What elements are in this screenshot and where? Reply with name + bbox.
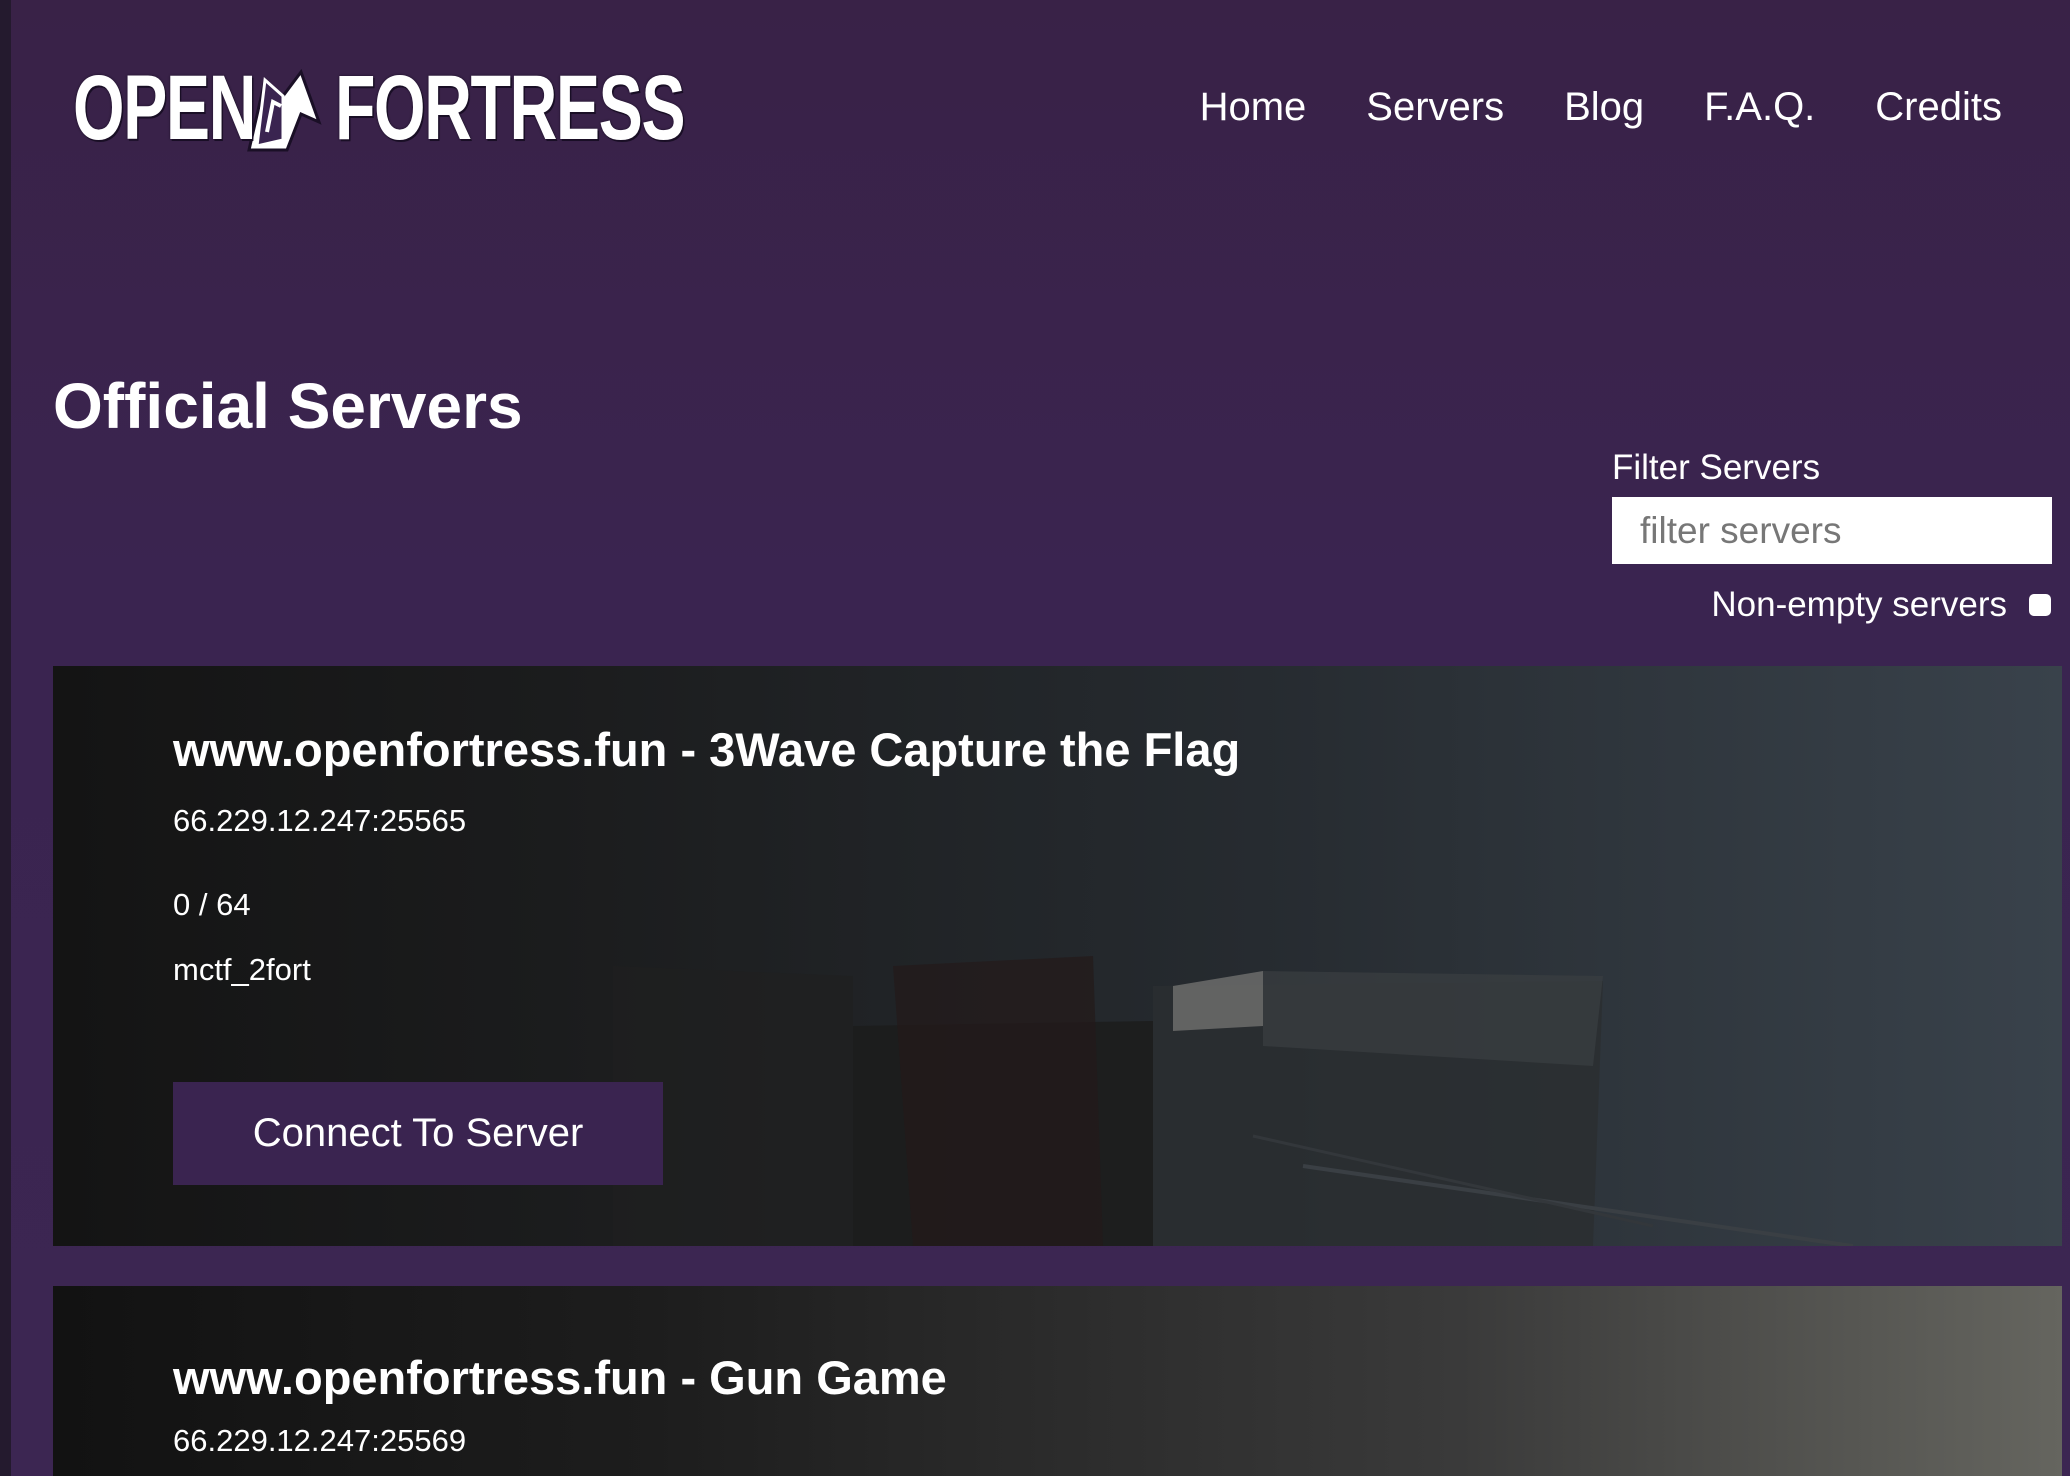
nav-home[interactable]: Home [1200, 85, 1307, 130]
nonempty-filter: Non-empty servers [1711, 585, 2051, 625]
logo-word-open: OPEN [73, 57, 256, 159]
page-title: Official Servers [53, 370, 523, 442]
server-address: 66.229.12.247:25565 [173, 803, 467, 838]
filter-label: Filter Servers [1612, 448, 1821, 487]
logo-flag-icon [247, 68, 322, 152]
page: OPEN FORTRESS Home Servers Blog F.A.Q. C… [11, 0, 2070, 1476]
nav-blog[interactable]: Blog [1564, 85, 1644, 130]
server-card: www.openfortress.fun - Gun Game 66.229.1… [53, 1286, 2062, 1476]
logo-word-fortress: FORTRESS [335, 57, 686, 159]
nav-faq[interactable]: F.A.Q. [1704, 85, 1815, 130]
server-card: www.openfortress.fun - 3Wave Capture the… [53, 666, 2062, 1246]
nav-servers[interactable]: Servers [1366, 85, 1504, 130]
connect-button[interactable]: Connect To Server [173, 1082, 663, 1185]
filter-servers-input[interactable] [1612, 497, 2052, 564]
server-name: www.openfortress.fun - Gun Game [173, 1351, 947, 1404]
server-map-name: mctf_2fort [173, 952, 311, 987]
nav-credits[interactable]: Credits [1875, 85, 2002, 130]
nonempty-label: Non-empty servers [1711, 585, 2007, 624]
server-address: 66.229.12.247:25569 [173, 1423, 467, 1458]
site-logo[interactable]: OPEN FORTRESS [73, 52, 686, 164]
server-player-count: 0 / 64 [173, 887, 251, 922]
server-name: www.openfortress.fun - 3Wave Capture the… [173, 723, 1241, 776]
browser-left-edge [0, 0, 11, 1476]
main-nav: Home Servers Blog F.A.Q. Credits [1200, 85, 2002, 130]
nonempty-checkbox[interactable] [2029, 594, 2051, 616]
